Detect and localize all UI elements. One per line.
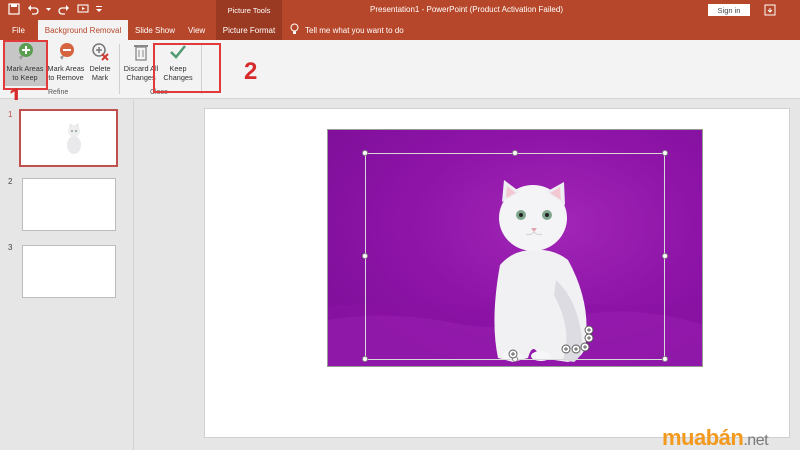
slide-thumbnail-3[interactable] (22, 245, 116, 298)
slide-number-1: 1 (8, 110, 13, 119)
tab-view[interactable]: View (182, 20, 211, 40)
undo-icon[interactable] (27, 3, 39, 15)
ribbon-separator (119, 44, 120, 94)
slide-number-2: 2 (8, 177, 13, 186)
tab-background-removal[interactable]: Background Removal (38, 20, 128, 40)
quick-access-more-icon[interactable] (96, 3, 102, 15)
picture-tools-contextual-header: Picture Tools (216, 0, 282, 20)
tab-picture-format[interactable]: Picture Format (216, 20, 282, 40)
resize-handle-bottom-right[interactable] (662, 356, 668, 362)
delete-mark-label-line2: Mark (91, 73, 109, 82)
cat-thumbnail-image (67, 123, 81, 154)
brand-watermark-logo: muabán.net (662, 425, 769, 450)
mark-areas-to-remove-button[interactable]: Mark Areas to Remove (46, 42, 86, 82)
slide-number-3: 3 (8, 243, 13, 252)
resize-handle-top-right[interactable] (662, 150, 668, 156)
quick-access-toolbar (8, 3, 102, 15)
title-bar: Picture Tools Presentation1 - PowerPoint… (0, 0, 800, 20)
minus-marker-icon (60, 43, 74, 60)
ribbon-display-options-icon[interactable] (764, 4, 776, 16)
delete-mark-label-line1: Delete (89, 64, 111, 73)
document-title: Presentation1 - PowerPoint (Product Acti… (370, 5, 563, 14)
discard-label-line2: Changes (126, 73, 156, 82)
resize-handle-left[interactable] (362, 253, 368, 259)
trash-icon (134, 45, 148, 61)
slide-thumbnail-1[interactable] (19, 109, 118, 167)
tell-me-label: Tell me what you want to do (305, 25, 404, 35)
brand-tld: .net (743, 432, 769, 449)
save-icon[interactable] (8, 3, 20, 15)
keep-markers-icon (508, 326, 594, 359)
sign-in-button[interactable]: Sign in (708, 4, 750, 16)
powerpoint-window: Picture Tools Presentation1 - PowerPoint… (0, 0, 800, 450)
mark-remove-label-line2: to Remove (48, 73, 84, 82)
redo-icon[interactable] (58, 3, 70, 15)
mark-remove-label-line1: Mark Areas (47, 64, 85, 73)
resize-handle-top[interactable] (512, 150, 518, 156)
tab-slide-show[interactable]: Slide Show (129, 20, 181, 40)
slide-thumbnail-2[interactable] (22, 178, 116, 231)
group-label-refine: Refine (48, 89, 69, 96)
tell-me-search[interactable]: Tell me what you want to do (290, 20, 404, 40)
brand-name: muabán (662, 425, 744, 450)
from-beginning-icon[interactable] (77, 3, 89, 15)
ribbon-tabs: File Background Removal Slide Show View … (0, 20, 800, 40)
undo-dropdown-icon[interactable] (46, 3, 51, 15)
ribbon-body: Mark Areas to Keep Mark Areas to Remove … (0, 40, 800, 99)
delete-mark-icon (92, 43, 109, 61)
resize-handle-bottom-left[interactable] (362, 356, 368, 362)
lightbulb-icon (290, 23, 299, 37)
tab-file[interactable]: File (6, 20, 31, 40)
resize-handle-right[interactable] (662, 253, 668, 259)
resize-handle-top-left[interactable] (362, 150, 368, 156)
annotation-number-2: 2 (244, 58, 258, 85)
highlight-box-step2 (153, 43, 221, 93)
delete-mark-button[interactable]: Delete Mark (86, 42, 114, 82)
highlight-box-step1 (3, 40, 48, 90)
